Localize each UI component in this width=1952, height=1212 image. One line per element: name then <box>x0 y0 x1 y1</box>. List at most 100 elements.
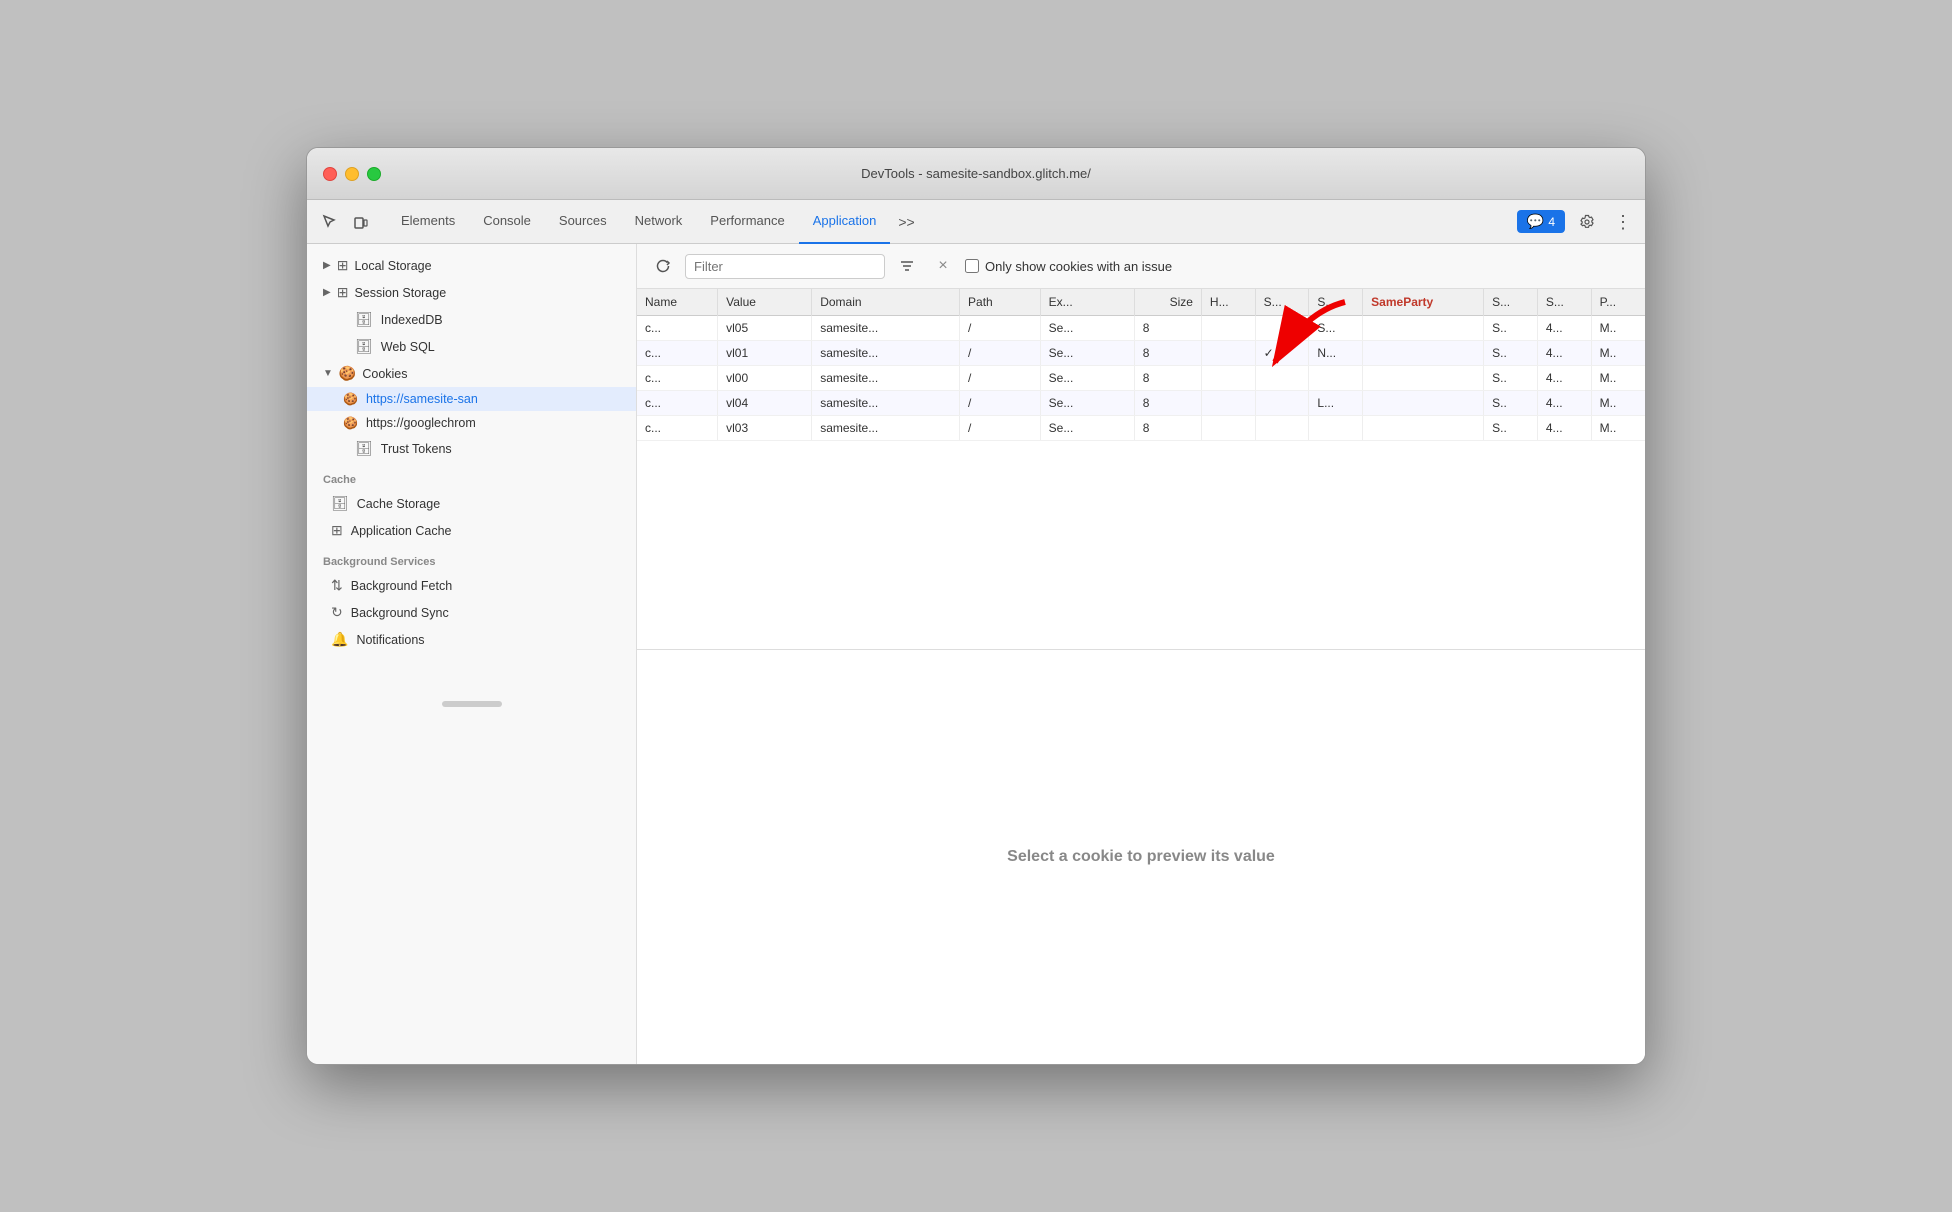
col-header-size[interactable]: Size <box>1134 289 1201 316</box>
table-row[interactable]: c...vl03samesite.../Se...8S..4...M.. <box>637 416 1645 441</box>
table-cell: 4... <box>1537 416 1591 441</box>
col-header-s1[interactable]: S... <box>1255 289 1309 316</box>
col-header-path[interactable]: Path <box>960 289 1041 316</box>
background-sync-icon: ↻ <box>331 604 343 621</box>
traffic-lights <box>323 167 381 181</box>
sidebar-item-session-storage[interactable]: ▶ ⊞ Session Storage <box>307 279 636 306</box>
close-button[interactable] <box>323 167 337 181</box>
table-cell <box>1201 391 1255 416</box>
table-cell: 8 <box>1134 366 1201 391</box>
sidebar-scrollbar[interactable] <box>442 701 502 707</box>
tab-performance[interactable]: Performance <box>696 200 798 244</box>
filter-input[interactable] <box>685 254 885 279</box>
table-cell: vl01 <box>718 341 812 366</box>
cookie-samesite-icon: 🍪 <box>343 392 358 406</box>
inspect-icon[interactable] <box>315 208 343 236</box>
table-header: Name Value Domain Path Ex... Size H... S… <box>637 289 1645 316</box>
filter-icon[interactable] <box>893 252 921 280</box>
sidebar-item-application-cache[interactable]: ⊞ Application Cache <box>307 517 636 544</box>
issues-button[interactable]: 💬 4 <box>1517 210 1565 233</box>
settings-icon[interactable] <box>1573 208 1601 236</box>
table-row[interactable]: c...vl01samesite.../Se...8✓N...S..4...M.… <box>637 341 1645 366</box>
sidebar-item-cookies-google[interactable]: 🍪 https://googlechrom <box>307 411 636 435</box>
table-cell: Se... <box>1040 416 1134 441</box>
chevron-right-icon: ▶ <box>323 260 331 271</box>
web-sql-label: Web SQL <box>381 340 435 354</box>
minimize-button[interactable] <box>345 167 359 181</box>
col-header-name[interactable]: Name <box>637 289 718 316</box>
table-cell: S.. <box>1484 341 1538 366</box>
tab-more-button[interactable]: >> <box>890 200 922 244</box>
table-row[interactable]: c...vl05samesite.../Se...8S...S..4...M.. <box>637 316 1645 341</box>
content-area: × Only show cookies with an issue Name V… <box>637 244 1645 1064</box>
table-cell: S.. <box>1484 391 1538 416</box>
sidebar-item-notifications[interactable]: 🔔 Notifications <box>307 626 636 653</box>
issues-filter-label: Only show cookies with an issue <box>985 259 1172 274</box>
tab-application[interactable]: Application <box>799 200 891 244</box>
col-header-value[interactable]: Value <box>718 289 812 316</box>
table-cell: Se... <box>1040 391 1134 416</box>
sidebar-item-cookies[interactable]: ▼ 🍪 Cookies <box>307 360 636 387</box>
refresh-button[interactable] <box>649 252 677 280</box>
table-cell: samesite... <box>812 416 960 441</box>
sidebar-item-background-sync[interactable]: ↻ Background Sync <box>307 599 636 626</box>
col-header-expires[interactable]: Ex... <box>1040 289 1134 316</box>
sidebar-item-web-sql[interactable]: 🗄 Web SQL <box>307 333 636 360</box>
more-options-icon[interactable]: ⋮ <box>1609 208 1637 236</box>
cookies-table: Name Value Domain Path Ex... Size H... S… <box>637 289 1645 441</box>
table-cell <box>1201 316 1255 341</box>
window-title: DevTools - samesite-sandbox.glitch.me/ <box>861 166 1091 181</box>
sidebar-item-cookies-samesite[interactable]: 🍪 https://samesite-san <box>307 387 636 411</box>
tab-elements[interactable]: Elements <box>387 200 469 244</box>
table-cell: 4... <box>1537 341 1591 366</box>
table-cell: S... <box>1309 316 1363 341</box>
indexeddb-icon: 🗄 <box>355 311 373 328</box>
tab-console[interactable]: Console <box>469 200 545 244</box>
sidebar-item-trust-tokens[interactable]: 🗄 Trust Tokens <box>307 435 636 462</box>
table-cell: M.. <box>1591 366 1645 391</box>
cookie-google-icon: 🍪 <box>343 416 358 430</box>
sidebar-item-cache-storage[interactable]: 🗄 Cache Storage <box>307 490 636 517</box>
cookies-label: Cookies <box>362 367 407 381</box>
table-cell: c... <box>637 416 718 441</box>
col-header-s3[interactable]: S... <box>1484 289 1538 316</box>
session-storage-icon: ⊞ <box>337 284 349 301</box>
col-header-sameparty[interactable]: SameParty <box>1363 289 1484 316</box>
table-body: c...vl05samesite.../Se...8S...S..4...M..… <box>637 316 1645 441</box>
table-cell <box>1309 416 1363 441</box>
col-header-domain[interactable]: Domain <box>812 289 960 316</box>
table-cell <box>1201 341 1255 366</box>
tab-actions: 💬 4 ⋮ <box>1517 208 1637 236</box>
col-header-s4[interactable]: S... <box>1537 289 1591 316</box>
issues-filter-checkbox[interactable] <box>965 259 979 273</box>
notifications-icon: 🔔 <box>331 631 348 648</box>
col-header-p[interactable]: P... <box>1591 289 1645 316</box>
table-cell: c... <box>637 341 718 366</box>
table-row[interactable]: c...vl04samesite.../Se...8L...S..4...M.. <box>637 391 1645 416</box>
table-row[interactable]: c...vl00samesite.../Se...8S..4...M.. <box>637 366 1645 391</box>
cache-section-label: Cache <box>307 462 636 490</box>
tab-sources[interactable]: Sources <box>545 200 621 244</box>
col-header-s2[interactable]: S... <box>1309 289 1363 316</box>
device-icon[interactable] <box>347 208 375 236</box>
devtools-window: DevTools - samesite-sandbox.glitch.me/ E… <box>306 147 1646 1065</box>
table-cell <box>1363 316 1484 341</box>
table-cell: 4... <box>1537 316 1591 341</box>
main-layout: ▶ ⊞ Local Storage ▶ ⊞ Session Storage 🗄 … <box>307 244 1645 1064</box>
tab-network[interactable]: Network <box>621 200 697 244</box>
clear-filter-button[interactable]: × <box>929 252 957 280</box>
application-cache-label: Application Cache <box>351 524 452 538</box>
maximize-button[interactable] <box>367 167 381 181</box>
sidebar: ▶ ⊞ Local Storage ▶ ⊞ Session Storage 🗄 … <box>307 244 637 1064</box>
cache-storage-icon: 🗄 <box>331 495 349 512</box>
table-cell: L... <box>1309 391 1363 416</box>
sidebar-item-background-fetch[interactable]: ⇅ Background Fetch <box>307 572 636 599</box>
background-fetch-icon: ⇅ <box>331 577 343 594</box>
table-cell: / <box>960 366 1041 391</box>
table-cell: 8 <box>1134 391 1201 416</box>
sidebar-item-local-storage[interactable]: ▶ ⊞ Local Storage <box>307 252 636 279</box>
table-cell: S.. <box>1484 366 1538 391</box>
table-cell: 8 <box>1134 341 1201 366</box>
col-header-h[interactable]: H... <box>1201 289 1255 316</box>
sidebar-item-indexeddb[interactable]: 🗄 IndexedDB <box>307 306 636 333</box>
